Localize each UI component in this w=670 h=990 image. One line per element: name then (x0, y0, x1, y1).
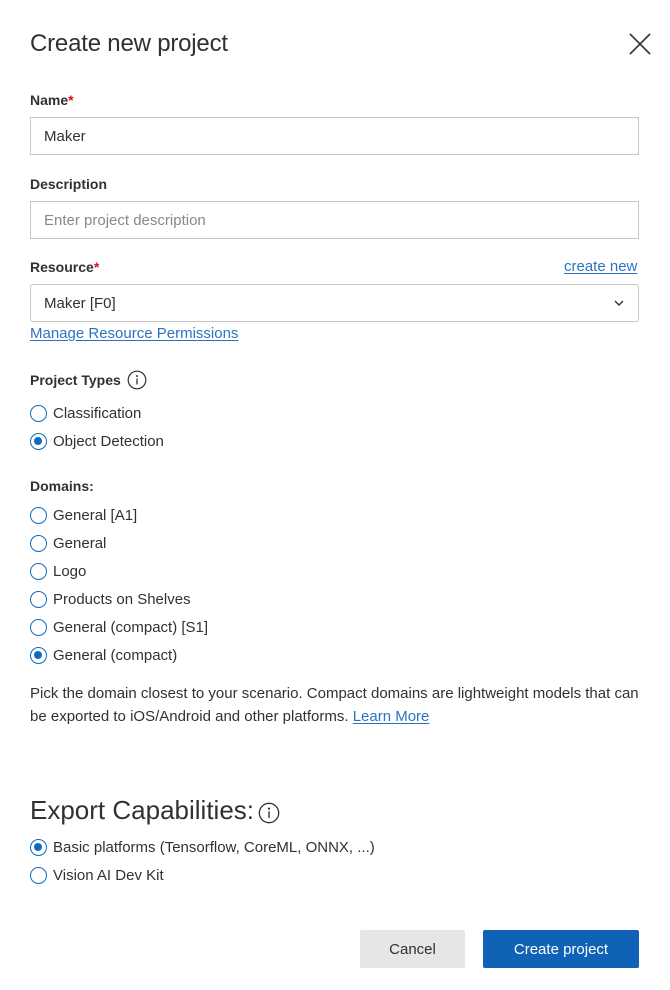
radio-button[interactable] (30, 404, 47, 422)
project-types-label-text: Project Types (30, 372, 121, 388)
radio-button[interactable] (30, 866, 47, 884)
project-type-classification[interactable]: Classification (30, 402, 141, 424)
resource-label: Resource* (30, 259, 99, 275)
name-label-text: Name (30, 92, 69, 108)
radio-label: Products on Shelves (53, 590, 191, 608)
description-label: Description (30, 176, 108, 192)
cancel-button[interactable]: Cancel (360, 930, 465, 968)
radio-button[interactable] (30, 618, 47, 636)
radio-button[interactable] (30, 432, 47, 450)
resource-select[interactable]: Maker [F0] (30, 284, 639, 322)
dialog-title: Create new project (30, 30, 228, 57)
radio-label: Basic platforms (Tensorflow, CoreML, ONN… (53, 838, 375, 856)
radio-label: Logo (53, 562, 87, 580)
description-input[interactable] (30, 201, 639, 239)
radio-button[interactable] (30, 646, 47, 664)
domain-general-compact[interactable]: General (compact) (30, 644, 177, 666)
export-basic-platforms[interactable]: Basic platforms (Tensorflow, CoreML, ONN… (30, 836, 375, 858)
chevron-down-icon (614, 300, 624, 306)
export-vision-ai-dev-kit[interactable]: Vision AI Dev Kit (30, 864, 164, 886)
radio-button[interactable] (30, 590, 47, 608)
radio-label: Vision AI Dev Kit (53, 866, 164, 884)
close-button[interactable] (626, 30, 654, 58)
close-icon (629, 33, 651, 55)
radio-button[interactable] (30, 534, 47, 552)
name-input[interactable] (30, 117, 639, 155)
name-label: Name* (30, 92, 74, 108)
info-icon[interactable] (258, 802, 280, 824)
radio-label: General (53, 534, 107, 552)
project-type-object-detection[interactable]: Object Detection (30, 430, 164, 452)
required-mark: * (68, 92, 74, 108)
export-capabilities-label: Export Capabilities: (30, 795, 254, 825)
help-text: Pick the domain closest to your scenario… (30, 685, 639, 725)
radio-button[interactable] (30, 562, 47, 580)
domain-logo[interactable]: Logo (30, 560, 86, 582)
required-mark: * (93, 259, 100, 275)
radio-label: General [A1] (53, 506, 138, 524)
domains-label: Domains: (30, 478, 94, 494)
radio-button[interactable] (30, 838, 47, 856)
resource-label-text: Resource (30, 259, 94, 275)
domains-help-text: Pick the domain closest to your scenario… (30, 682, 650, 728)
radio-label: General (compact) [S1] (53, 618, 209, 636)
project-types-label: Project Types (30, 370, 147, 390)
create-new-resource-link[interactable]: create new (564, 258, 637, 275)
manage-resource-permissions-link[interactable]: Manage Resource Permissions (30, 325, 238, 342)
domain-general[interactable]: General (30, 532, 106, 554)
create-project-button[interactable]: Create project (483, 930, 639, 968)
domain-general-a1[interactable]: General [A1] (30, 504, 137, 526)
learn-more-link[interactable]: Learn More (353, 708, 430, 725)
info-icon[interactable] (127, 370, 147, 390)
radio-button[interactable] (30, 506, 47, 524)
radio-label: Object Detection (53, 432, 164, 450)
domain-products-on-shelves[interactable]: Products on Shelves (30, 588, 191, 610)
resource-selected-value: Maker [F0] (44, 294, 116, 312)
radio-label: General (compact) (53, 646, 178, 664)
domain-general-compact-s1[interactable]: General (compact) [S1] (30, 616, 208, 638)
export-capabilities-heading: Export Capabilities: (30, 795, 280, 826)
radio-label: Classification (53, 404, 142, 422)
